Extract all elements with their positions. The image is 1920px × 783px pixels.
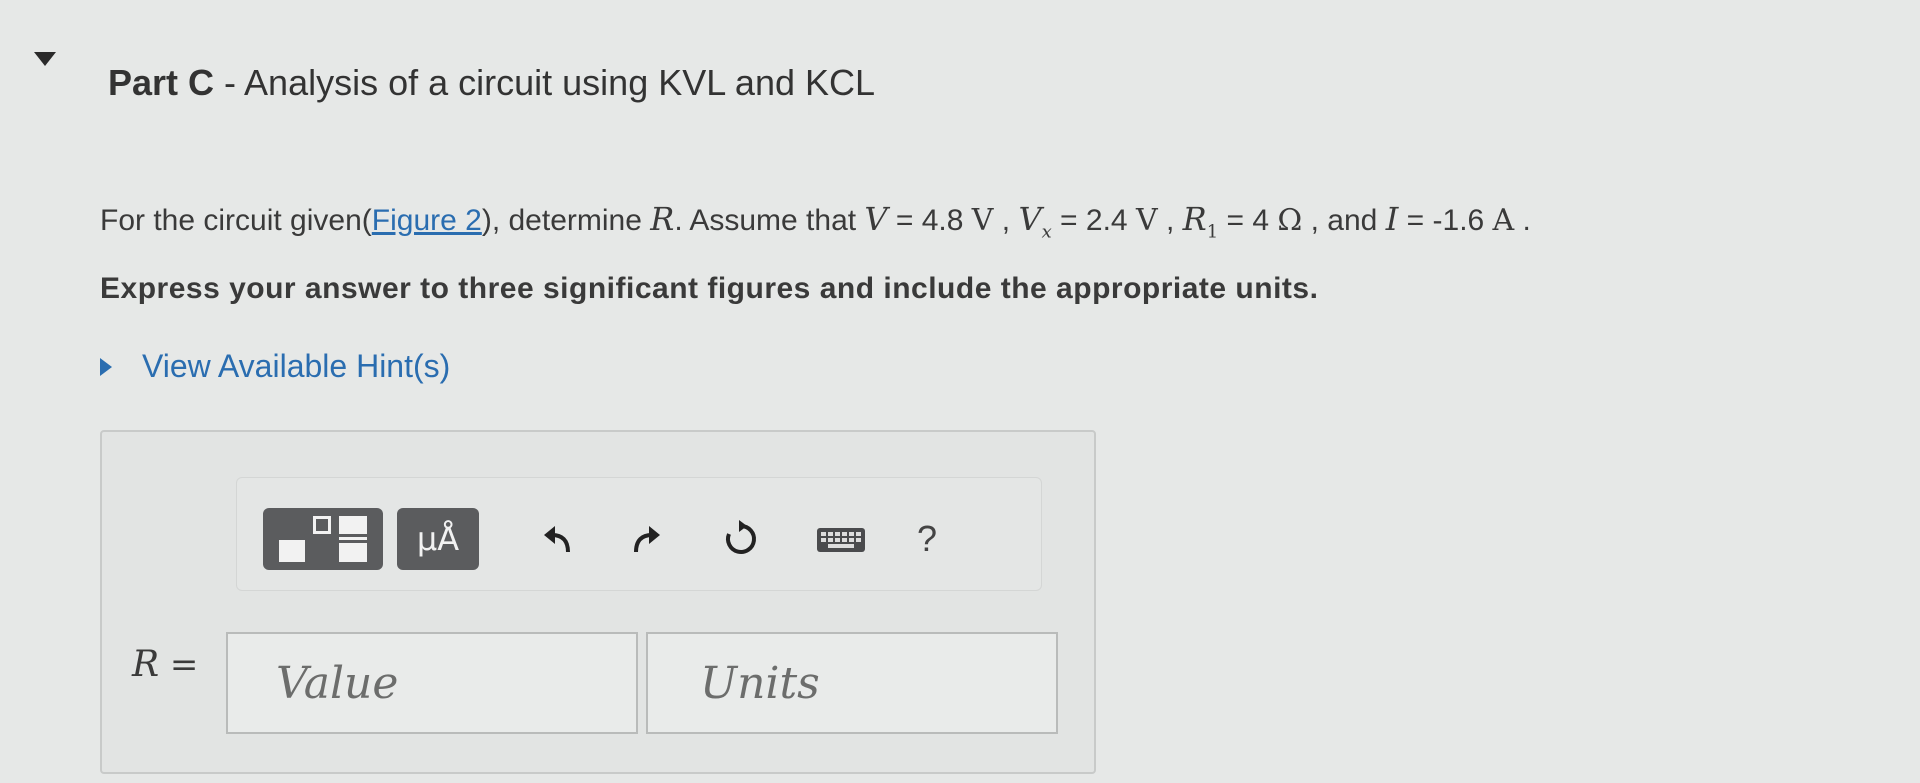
part-separator: - <box>214 62 245 103</box>
r1-symbol: R1 <box>1182 200 1219 243</box>
problem-intro: For the circuit given( <box>100 204 372 237</box>
collapse-part-arrow-icon[interactable] <box>34 52 56 66</box>
value-input[interactable] <box>226 632 638 734</box>
view-hints-toggle[interactable]: View Available Hint(s) <box>100 348 450 385</box>
part-title: Part C - Analysis of a circuit using KVL… <box>108 62 875 104</box>
math-toolbar: μÅ ? <box>236 477 1042 591</box>
separator-1: , <box>993 204 1019 237</box>
figure-2-link[interactable]: Figure 2 <box>372 204 482 237</box>
unknown-variable: R <box>650 200 675 238</box>
answer-variable-label: R = <box>132 644 199 685</box>
problem-end: . <box>1514 204 1531 237</box>
reset-icon[interactable] <box>711 508 771 570</box>
part-label: Part C <box>108 62 215 103</box>
separator-3: , and <box>1302 204 1386 237</box>
v-unit: V <box>971 203 994 238</box>
vx-symbol: Vx <box>1018 200 1052 243</box>
i-symbol: I <box>1385 200 1399 238</box>
part-heading: Analysis of a circuit using KVL and KCL <box>244 62 876 103</box>
problem-after-link: ), determine <box>481 204 651 237</box>
answer-instruction: Express your answer to three significant… <box>100 272 1319 305</box>
problem-statement: For the circuit given(Figure 2), determi… <box>100 200 1531 242</box>
templates-icon <box>275 516 371 562</box>
i-value: = -1.6 <box>1398 204 1493 237</box>
separator-2: , <box>1157 204 1183 237</box>
undo-icon[interactable] <box>527 508 587 570</box>
units-button[interactable]: μÅ <box>397 508 479 570</box>
answer-box: μÅ ? R = Value Units <box>100 430 1096 774</box>
help-icon[interactable]: ? <box>897 508 957 570</box>
keyboard-icon[interactable] <box>811 508 871 570</box>
v-value: = 4.8 <box>887 204 972 237</box>
templates-button[interactable] <box>263 508 383 570</box>
vx-value: = 2.4 <box>1051 204 1136 237</box>
vx-unit: V <box>1135 203 1158 238</box>
expand-arrow-icon <box>100 357 112 376</box>
v-symbol: V <box>864 200 888 238</box>
r1-value: = 4 <box>1218 204 1278 237</box>
redo-icon[interactable] <box>617 508 677 570</box>
r1-unit: Ω <box>1277 203 1303 238</box>
problem-assume: . Assume that <box>674 204 865 237</box>
view-hints-label: View Available Hint(s) <box>142 348 451 384</box>
units-input[interactable] <box>646 632 1058 734</box>
i-unit: A <box>1492 203 1515 238</box>
